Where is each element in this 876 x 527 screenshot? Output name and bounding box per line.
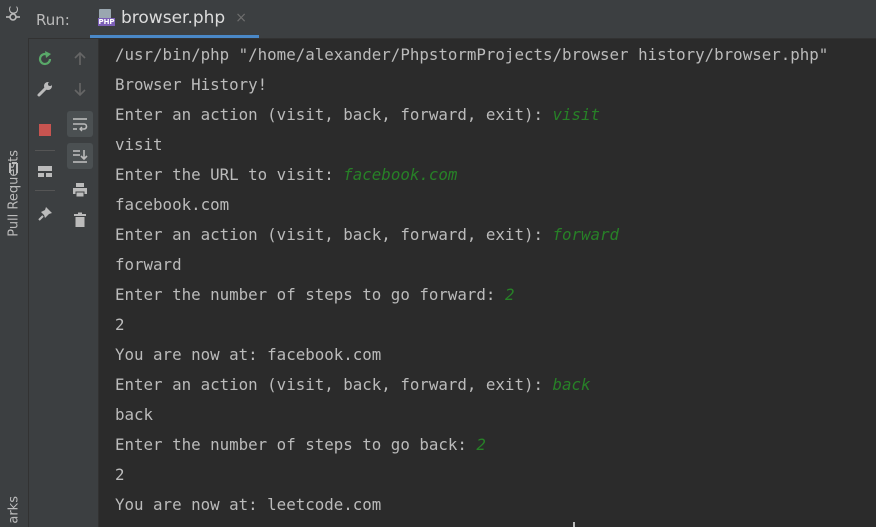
php-file-icon-badge: PHP bbox=[98, 18, 115, 26]
console-output[interactable]: /usr/bin/php "/home/alexander/PhpstormPr… bbox=[99, 39, 876, 527]
console-line: Enter the URL to visit: facebook.com bbox=[115, 165, 457, 185]
console-line-text: You are now at: facebook.com bbox=[115, 345, 382, 364]
tab-browser-php[interactable]: PHP browser.php × bbox=[90, 0, 259, 38]
console-user-input: facebook.com bbox=[343, 165, 458, 184]
console-line-text: Enter an action (visit, back, forward, e… bbox=[115, 105, 553, 124]
console-user-input: forward bbox=[552, 225, 620, 244]
console-line-text: Enter the number of steps to go forward: bbox=[115, 285, 505, 304]
console-line: Enter the number of steps to go back: 2 bbox=[115, 435, 486, 455]
pin-button[interactable] bbox=[33, 202, 57, 226]
console-line-text: forward bbox=[115, 255, 182, 274]
commit-tab-label[interactable]: C bbox=[7, 6, 21, 14]
console-user-input: visit bbox=[552, 105, 601, 124]
console-line-text: Enter the number of steps to go back: bbox=[115, 435, 477, 454]
run-label: Run: bbox=[36, 11, 70, 29]
toolbar-divider bbox=[35, 150, 55, 151]
console-line: 2 bbox=[115, 465, 125, 485]
console-line: You are now at: facebook.com bbox=[115, 345, 381, 365]
console-line-text: Enter an action (visit, back, forward, e… bbox=[115, 225, 553, 244]
console-line: Browser History! bbox=[115, 75, 267, 95]
pull-request-icon[interactable] bbox=[6, 160, 22, 176]
arrow-down-icon bbox=[74, 83, 86, 97]
console-line-text: Browser History! bbox=[115, 75, 268, 94]
trash-icon bbox=[74, 212, 86, 227]
console-line-text: /usr/bin/php "/home/alexander/PhpstormPr… bbox=[115, 45, 829, 64]
console-user-input: back bbox=[552, 375, 591, 394]
stop-icon bbox=[39, 124, 51, 136]
console-line: visit bbox=[115, 135, 163, 155]
run-toolbar-secondary bbox=[61, 39, 99, 527]
layout-icon bbox=[38, 166, 52, 177]
console-line: Enter an action (visit, back, forward, e… bbox=[115, 225, 619, 245]
console-line: You are now at: leetcode.com bbox=[115, 495, 381, 515]
bookmarks-tab[interactable]: arks bbox=[7, 496, 22, 524]
console-user-input: 2 bbox=[504, 285, 515, 304]
stop-button[interactable] bbox=[33, 118, 57, 142]
print-icon bbox=[73, 183, 87, 198]
clear-all-button[interactable] bbox=[68, 208, 92, 232]
console-line: facebook.com bbox=[115, 195, 229, 215]
php-file-icon: PHP bbox=[98, 9, 115, 26]
layout-button[interactable] bbox=[33, 159, 57, 183]
run-panel-header: Run: PHP browser.php × bbox=[28, 0, 876, 39]
run-toolbar-primary bbox=[29, 39, 61, 527]
pull-request-icon-svg bbox=[9, 162, 18, 173]
console-line: forward bbox=[115, 255, 182, 275]
tool-window-strip: C Pull Requests arks bbox=[0, 0, 29, 527]
console-line-text: 2 bbox=[115, 465, 125, 484]
tab-label: browser.php bbox=[121, 7, 226, 28]
console-user-input: 2 bbox=[476, 435, 486, 454]
settings-button[interactable] bbox=[33, 77, 57, 101]
pin-icon bbox=[38, 207, 52, 221]
console-line: Enter an action (visit, back, forward, e… bbox=[115, 375, 591, 395]
console-line: Enter the number of steps to go forward:… bbox=[115, 285, 514, 305]
console-line: 2 bbox=[115, 315, 125, 335]
scroll-to-end-toggle[interactable] bbox=[67, 143, 93, 169]
console-line-text: back bbox=[115, 405, 154, 424]
soft-wrap-icon bbox=[73, 118, 88, 132]
soft-wrap-toggle[interactable] bbox=[67, 111, 93, 137]
previous-occurrence-button[interactable] bbox=[68, 47, 92, 71]
console-line-text: Enter the URL to visit: bbox=[115, 165, 344, 184]
console-line: Enter an action (visit, back, forward, e… bbox=[115, 105, 600, 125]
rerun-icon bbox=[38, 51, 52, 66]
console-line-text: You are now at: leetcode.com bbox=[115, 495, 382, 514]
console-line: /usr/bin/php "/home/alexander/PhpstormPr… bbox=[115, 45, 828, 65]
console-line: back bbox=[115, 405, 153, 425]
console-line-text: 2 bbox=[115, 315, 125, 334]
print-button[interactable] bbox=[68, 178, 92, 202]
console-line-text: Enter an action (visit, back, forward, e… bbox=[115, 375, 553, 394]
scroll-to-end-icon bbox=[73, 150, 88, 163]
toolbar-divider bbox=[35, 190, 55, 191]
arrow-up-icon bbox=[74, 51, 86, 65]
console-line-text: facebook.com bbox=[115, 195, 230, 214]
next-occurrence-button[interactable] bbox=[68, 77, 92, 101]
tab-close-icon[interactable]: × bbox=[235, 10, 247, 26]
console-line-text: visit bbox=[115, 135, 163, 154]
wrench-icon bbox=[37, 82, 52, 97]
text-caret bbox=[573, 522, 575, 527]
rerun-button[interactable] bbox=[33, 47, 57, 71]
